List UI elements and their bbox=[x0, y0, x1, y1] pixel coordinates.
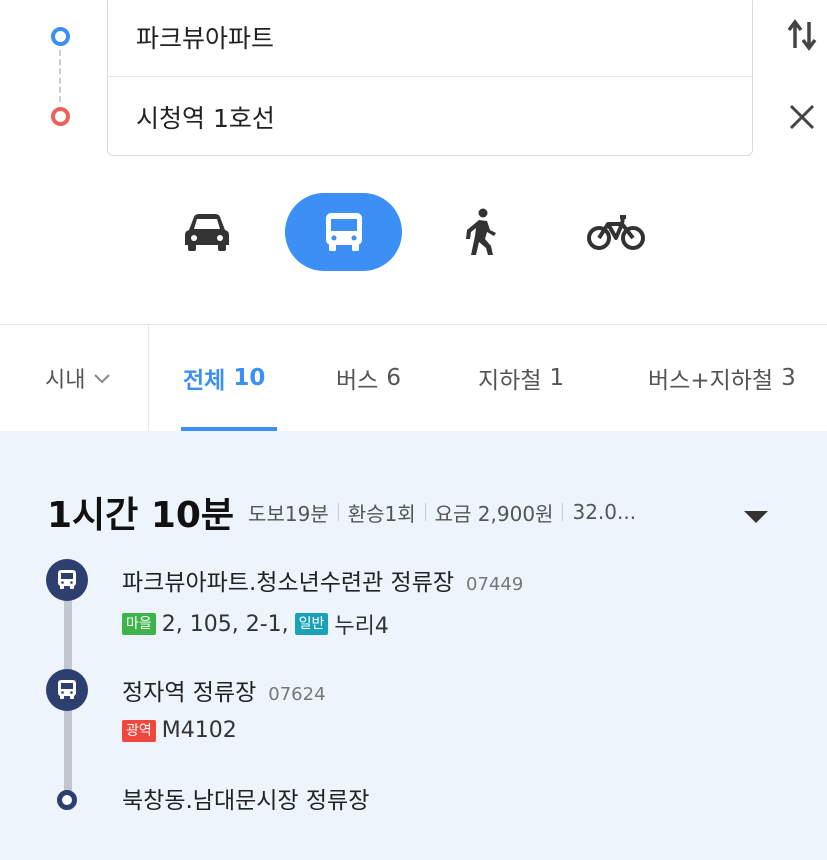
bike-icon bbox=[587, 215, 645, 250]
bus-type-badge: 마을 bbox=[122, 613, 156, 635]
bus-type-badge: 일반 bbox=[294, 613, 329, 635]
total-duration: 1시간 10분 bbox=[47, 495, 235, 536]
tab-bus-subway-count: 3 bbox=[781, 365, 796, 391]
swap-icon bbox=[787, 19, 817, 51]
route-summary[interactable]: 1시간 10분 도보19분 환승1회 요금 2,900원 32.0... bbox=[47, 487, 636, 537]
region-label: 시내 bbox=[45, 368, 86, 393]
swap-button[interactable] bbox=[785, 18, 819, 52]
result-tabs: 시내 전체 10 버스 6 지하철 1 버스+지하철 3 bbox=[0, 324, 827, 432]
bus-type-badge: 광역 bbox=[122, 719, 156, 742]
bus-routes: 마을 2, 105, 2-1, 일반 누리4 bbox=[122, 608, 389, 640]
car-icon bbox=[185, 214, 229, 251]
route-numbers[interactable]: 누리4 bbox=[334, 608, 388, 640]
bus-stop-marker bbox=[46, 559, 88, 601]
stop-name-text: 정자역 정류장 bbox=[122, 680, 257, 706]
expand-caret-icon[interactable] bbox=[744, 511, 768, 523]
transfer-count: 환승1회 bbox=[347, 501, 416, 526]
bus-stop-marker bbox=[46, 669, 88, 711]
tab-all[interactable]: 전체 10 bbox=[183, 325, 265, 431]
mode-car-button[interactable] bbox=[177, 193, 237, 271]
distance: 32.0... bbox=[572, 500, 637, 524]
bus-icon bbox=[325, 213, 362, 251]
route-connector-line bbox=[59, 50, 61, 102]
mode-walk-button[interactable] bbox=[456, 193, 506, 271]
tab-bus-label: 버스 bbox=[336, 368, 379, 394]
tab-bus-subway[interactable]: 버스+지하철 3 bbox=[648, 325, 796, 431]
bus-icon bbox=[58, 570, 76, 589]
destination-stop-marker bbox=[57, 790, 77, 810]
fare: 요금 2,900원 bbox=[434, 501, 554, 526]
divider bbox=[337, 503, 339, 521]
tab-bus-subway-label: 버스+지하철 bbox=[648, 368, 774, 394]
end-point-icon bbox=[51, 107, 70, 126]
close-icon bbox=[789, 104, 815, 130]
tab-all-count: 10 bbox=[233, 365, 266, 391]
tab-subway[interactable]: 지하철 1 bbox=[478, 325, 564, 431]
walk-icon bbox=[466, 208, 496, 255]
stop-name[interactable]: 파크뷰아파트.청소년수련관 정류장 07449 bbox=[122, 563, 523, 597]
tab-bus-count: 6 bbox=[386, 365, 401, 391]
stop-name-text: 북창동.남대문시장 정류장 bbox=[122, 788, 370, 814]
bus-routes: 광역 M4102 bbox=[122, 718, 237, 743]
chevron-down-icon bbox=[94, 374, 111, 384]
mode-bus-button[interactable] bbox=[285, 193, 402, 271]
stop-code: 07624 bbox=[268, 684, 326, 705]
stop-name-text: 파크뷰아파트.청소년수련관 정류장 bbox=[122, 570, 455, 596]
route-input-box: 파크뷰아파트 시청역 1호선 bbox=[107, 0, 753, 156]
region-dropdown[interactable]: 시내 bbox=[0, 325, 149, 431]
clear-button[interactable] bbox=[785, 100, 819, 134]
tab-all-label: 전체 bbox=[183, 368, 226, 394]
divider bbox=[424, 503, 426, 521]
route-numbers[interactable]: M4102 bbox=[162, 718, 237, 743]
start-input-text: 파크뷰아파트 bbox=[136, 23, 275, 53]
stop-name[interactable]: 북창동.남대문시장 정류장 bbox=[122, 781, 369, 815]
route-numbers[interactable]: 2, 105, 2-1, bbox=[162, 612, 289, 637]
tab-subway-label: 지하철 bbox=[478, 368, 542, 394]
walk-time: 도보19분 bbox=[248, 501, 329, 526]
start-input[interactable]: 파크뷰아파트 bbox=[108, 0, 752, 77]
stop-code: 07449 bbox=[466, 574, 524, 595]
divider bbox=[562, 503, 564, 521]
stop-name[interactable]: 정자역 정류장 07624 bbox=[122, 673, 326, 707]
start-point-icon bbox=[51, 27, 70, 46]
tab-subway-count: 1 bbox=[549, 365, 565, 391]
mode-bike-button[interactable] bbox=[584, 193, 648, 271]
destination-input-text: 시청역 1호선 bbox=[136, 103, 275, 133]
destination-input[interactable]: 시청역 1호선 bbox=[108, 77, 752, 156]
bus-icon bbox=[58, 680, 76, 699]
tab-bus[interactable]: 버스 6 bbox=[336, 325, 401, 431]
